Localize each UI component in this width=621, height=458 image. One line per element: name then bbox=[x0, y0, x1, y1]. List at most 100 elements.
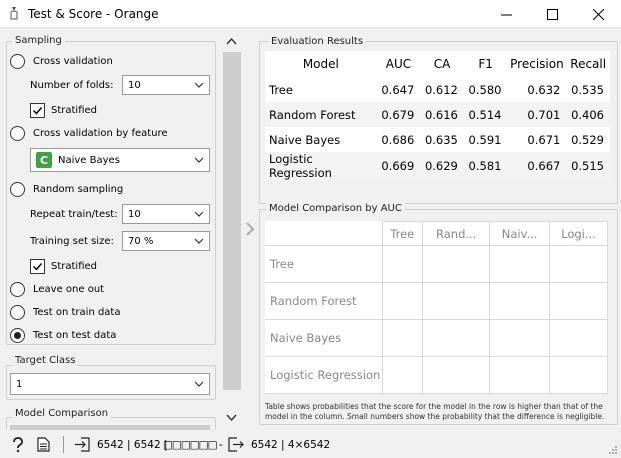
column-header-model[interactable]: Model bbox=[265, 51, 377, 77]
column-header-precision[interactable]: Precision bbox=[507, 51, 566, 77]
cell-f1: 0.580 bbox=[468, 82, 502, 97]
cell-precision: 0.671 bbox=[527, 132, 561, 147]
cell-auc: 0.686 bbox=[381, 132, 415, 147]
main-area: Evaluation Results Model AUC CA F1 Preci… bbox=[255, 28, 621, 430]
radio-label: Cross validation bbox=[33, 55, 113, 67]
collapse-panel-arrow-icon[interactable] bbox=[246, 222, 255, 236]
help-icon[interactable] bbox=[11, 437, 25, 453]
comparison-cell bbox=[381, 282, 424, 320]
radio-button[interactable] bbox=[10, 181, 25, 197]
table-row[interactable]: Naive Bayes 0.686 0.635 0.591 0.671 0.52… bbox=[265, 127, 610, 152]
cell-recall: 0.406 bbox=[566, 102, 610, 127]
comparison-note: Table shows probabilities that the score… bbox=[265, 402, 605, 421]
resize-grip-icon[interactable] bbox=[608, 445, 618, 455]
repeat-combo[interactable]: 10 bbox=[122, 204, 210, 224]
cell-precision: 0.667 bbox=[507, 152, 567, 180]
cell-recall: 0.535 bbox=[571, 82, 604, 97]
evaluation-group-title: Evaluation Results bbox=[268, 36, 367, 47]
radio-button-selected[interactable] bbox=[10, 327, 25, 343]
cell-model: Naive Bayes bbox=[269, 132, 341, 147]
cell-auc: 0.647 bbox=[381, 82, 415, 97]
radio-label: Random sampling bbox=[33, 183, 124, 195]
radio-test-on-test[interactable]: Test on test data bbox=[10, 326, 116, 344]
control-area: Sampling Cross validation Number of fold… bbox=[0, 28, 222, 430]
cell-f1: 0.581 bbox=[463, 152, 508, 180]
cell-recall: 0.515 bbox=[566, 152, 610, 180]
target-class-value: 1 bbox=[16, 378, 23, 390]
folds-combo[interactable]: 10 bbox=[122, 75, 210, 95]
orange-app-icon bbox=[10, 7, 18, 20]
column-header-ca[interactable]: CA bbox=[420, 51, 464, 77]
stratified2-checkbox[interactable]: Stratified bbox=[30, 258, 97, 274]
learner-badge-icon: C bbox=[36, 152, 52, 168]
comparison-corner bbox=[265, 221, 383, 246]
report-icon[interactable] bbox=[37, 437, 50, 452]
radio-test-on-train[interactable]: Test on train data bbox=[10, 303, 121, 321]
train-size-combo[interactable]: 70 % bbox=[122, 231, 210, 251]
cell-f1: 0.514 bbox=[463, 102, 508, 127]
table-row[interactable]: Tree 0.647 0.612 0.580 0.632 0.535 bbox=[265, 77, 610, 102]
checkbox[interactable] bbox=[30, 102, 45, 118]
column-header-auc[interactable]: AUC bbox=[377, 51, 421, 77]
repeat-label: Repeat train/test: bbox=[30, 209, 118, 220]
cell-model: Tree bbox=[269, 82, 293, 97]
table-row[interactable]: Random Forest 0.679 0.616 0.514 0.701 0.… bbox=[265, 102, 610, 127]
column-header-recall[interactable]: Recall bbox=[566, 51, 610, 77]
maximize-button[interactable] bbox=[529, 0, 575, 28]
comparison-header-row: Tree Rand... Naiv... Logi... bbox=[265, 221, 609, 246]
comparison-cell bbox=[422, 356, 491, 394]
comparison-row: Logistic Regression bbox=[265, 356, 609, 394]
chevron-down-icon bbox=[194, 157, 204, 163]
cell-precision: 0.701 bbox=[507, 102, 567, 127]
cell-auc: 0.669 bbox=[376, 152, 421, 180]
table-row[interactable]: Logistic Regression 0.669 0.629 0.581 0.… bbox=[265, 152, 610, 180]
comparison-cell bbox=[548, 245, 609, 283]
stratified-checkbox[interactable]: Stratified bbox=[30, 102, 97, 118]
comparison-cell bbox=[489, 245, 550, 283]
cell-ca: 0.612 bbox=[424, 82, 458, 97]
comparison-cell bbox=[381, 319, 424, 357]
input-data-icon bbox=[75, 437, 90, 452]
comparison-row-header: Naive Bayes bbox=[265, 319, 383, 357]
status-divider bbox=[63, 436, 64, 453]
chevron-down-icon[interactable] bbox=[226, 414, 237, 422]
radio-leave-one-out[interactable]: Leave one out bbox=[10, 280, 104, 298]
left-panel-scrollbar[interactable] bbox=[222, 28, 242, 430]
folds-label: Number of folds: bbox=[30, 80, 114, 91]
chevron-down-icon bbox=[194, 238, 204, 244]
radio-button[interactable] bbox=[10, 304, 25, 320]
title-bar: Test & Score - Orange bbox=[0, 0, 621, 28]
feature-value: Naive Bayes bbox=[58, 154, 120, 166]
close-button[interactable] bbox=[575, 0, 621, 28]
checkmark-icon bbox=[33, 262, 43, 271]
radio-button[interactable] bbox=[10, 281, 25, 297]
evaluation-results-table: Model AUC CA F1 Precision Recall Tree 0.… bbox=[265, 51, 610, 180]
minimize-button[interactable] bbox=[483, 0, 529, 28]
cell-ca: 0.629 bbox=[420, 152, 464, 180]
chevron-up-icon[interactable] bbox=[226, 37, 237, 45]
comparison-col-header: Naiv... bbox=[489, 221, 550, 246]
radio-cross-validation[interactable]: Cross validation bbox=[10, 52, 113, 70]
status-bar: 6542 | 6542 | □□□□□□ - 6542 | 4×6542 bbox=[0, 430, 621, 458]
feature-combo[interactable]: C Naive Bayes bbox=[30, 148, 210, 172]
radio-cross-validation-by-feature[interactable]: Cross validation by feature bbox=[10, 124, 168, 142]
radio-button[interactable] bbox=[10, 125, 25, 141]
comparison-row-header: Tree bbox=[265, 245, 383, 283]
checkbox[interactable] bbox=[30, 258, 45, 274]
maximize-icon bbox=[546, 8, 558, 20]
radio-random-sampling[interactable]: Random sampling bbox=[10, 180, 123, 198]
cell-ca: 0.635 bbox=[424, 132, 458, 147]
model-comparison-table: Tree Rand... Naiv... Logi... Tree Random… bbox=[265, 221, 609, 394]
scrollbar-thumb[interactable] bbox=[223, 52, 241, 390]
column-header-f1[interactable]: F1 bbox=[464, 51, 508, 77]
minimize-icon bbox=[500, 14, 512, 15]
radio-button[interactable] bbox=[10, 53, 25, 69]
comparison-col-header: Logi... bbox=[548, 221, 609, 246]
comparison-cell bbox=[422, 319, 491, 357]
target-class-combo[interactable]: 1 bbox=[10, 373, 210, 395]
comparison-cell bbox=[422, 245, 491, 283]
output-data-icon bbox=[228, 437, 244, 452]
comparison-cell bbox=[381, 245, 424, 283]
comparison-col-header: Rand... bbox=[422, 221, 491, 246]
cell-ca: 0.616 bbox=[420, 102, 464, 127]
